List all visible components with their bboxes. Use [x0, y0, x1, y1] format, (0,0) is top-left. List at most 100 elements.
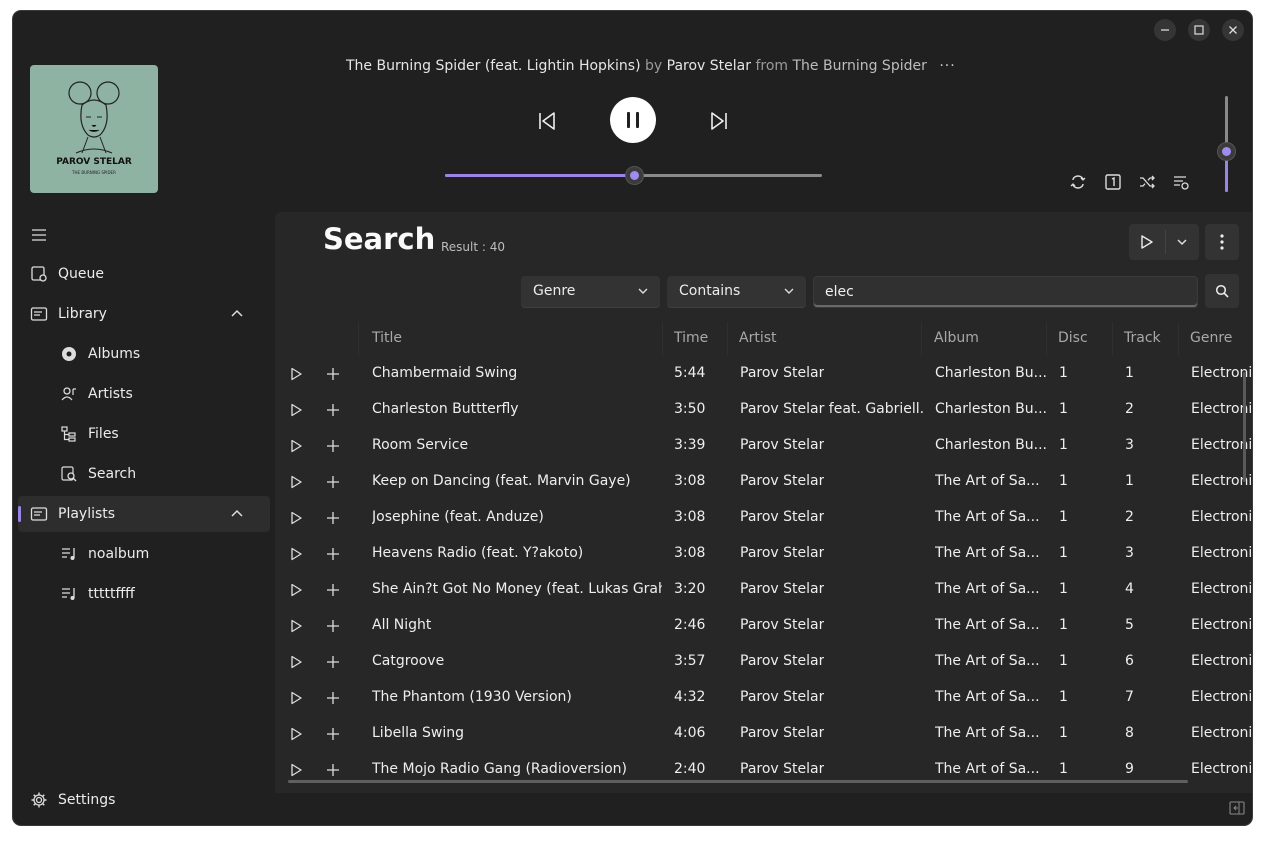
- cell-album: Charleston Bu...: [935, 437, 1047, 453]
- vertical-scrollbar[interactable]: [1243, 372, 1246, 482]
- play-all-button[interactable]: [1129, 224, 1199, 260]
- column-header-album[interactable]: Album: [934, 330, 979, 346]
- sidebar-item-files[interactable]: Files: [18, 416, 270, 452]
- search-button[interactable]: [1205, 274, 1239, 308]
- chevron-up-icon[interactable]: [230, 307, 244, 321]
- volume-slider[interactable]: [1218, 96, 1235, 192]
- table-row[interactable]: Heavens Radio (feat. Y?akoto) 3:08 Parov S…: [275, 536, 1252, 572]
- cell-time: 3:08: [674, 545, 706, 561]
- cell-title: She Ain?t Got No Money (feat. Lukas Grah…: [372, 581, 662, 597]
- cell-track: 6: [1125, 653, 1134, 669]
- sidebar-item-playlist-noalbum[interactable]: noalbum: [18, 536, 270, 572]
- sidebar-item-library[interactable]: Library: [18, 296, 270, 332]
- search-page: Search Result : 40 Genre Contains elec T…: [275, 212, 1252, 793]
- seek-handle[interactable]: [625, 167, 643, 184]
- sidebar-item-playlist-tttttffff[interactable]: tttttffff: [18, 576, 270, 612]
- column-header-time[interactable]: Time: [674, 330, 708, 346]
- table-row[interactable]: The Phantom (1930 Version) 4:32 Parov Stel…: [275, 680, 1252, 716]
- add-icon[interactable]: [326, 655, 340, 669]
- sidebar-item-label: Search: [88, 466, 137, 482]
- track-title[interactable]: The Burning Spider (feat. Lightin Hopkin…: [346, 58, 641, 74]
- chevron-down-icon[interactable]: [1176, 237, 1188, 247]
- search-input-box[interactable]: [813, 276, 1198, 308]
- sidebar-item-albums[interactable]: Albums: [18, 336, 270, 372]
- sidebar-item-search[interactable]: Search: [18, 456, 270, 492]
- sidebar-item-queue[interactable]: Queue: [18, 256, 270, 292]
- column-header-artist[interactable]: Artist: [739, 330, 777, 346]
- album-cover[interactable]: PAROV STELAR THE BURNING SPIDER: [30, 65, 158, 193]
- hamburger-icon[interactable]: [31, 228, 47, 242]
- add-icon[interactable]: [326, 403, 340, 417]
- column-header-genre[interactable]: Genre: [1190, 330, 1232, 346]
- more-options-icon[interactable]: ···: [939, 58, 955, 74]
- table-row[interactable]: She Ain?t Got No Money (feat. Lukas Grah…: [275, 572, 1252, 608]
- repeat-one-icon[interactable]: [1104, 173, 1122, 191]
- seek-slider[interactable]: [445, 167, 822, 184]
- add-icon[interactable]: [326, 439, 340, 453]
- sidebar-item-settings[interactable]: Settings: [18, 782, 270, 818]
- cell-track: 1: [1125, 365, 1134, 381]
- queue-settings-icon[interactable]: [1172, 173, 1190, 191]
- collapse-panel-icon[interactable]: [1229, 801, 1245, 815]
- play-icon[interactable]: [289, 511, 303, 525]
- table-row[interactable]: Catgroove 3:57 Parov Stelar The Art of Sa..…: [275, 644, 1252, 680]
- add-icon[interactable]: [326, 727, 340, 741]
- sidebar-item-artists[interactable]: Artists: [18, 376, 270, 412]
- play-icon[interactable]: [289, 439, 303, 453]
- play-icon[interactable]: [289, 691, 303, 705]
- add-icon[interactable]: [326, 367, 340, 381]
- pause-button[interactable]: [610, 97, 656, 143]
- add-icon[interactable]: [326, 583, 340, 597]
- maximize-icon[interactable]: [1188, 19, 1210, 41]
- play-icon[interactable]: [289, 547, 303, 561]
- table-row[interactable]: All Night 2:46 Parov Stelar The Art of Sa..…: [275, 608, 1252, 644]
- table-row[interactable]: Keep on Dancing (feat. Marvin Gaye) 3:08 P…: [275, 464, 1252, 500]
- shuffle-icon[interactable]: [1138, 173, 1156, 191]
- more-menu-button[interactable]: [1205, 224, 1239, 260]
- skip-next-icon[interactable]: [707, 109, 731, 133]
- cell-genre: Electronic: [1191, 761, 1252, 777]
- column-header-title[interactable]: Title: [372, 330, 402, 346]
- sidebar-item-playlists[interactable]: Playlists: [18, 496, 270, 532]
- volume-handle[interactable]: [1218, 142, 1235, 160]
- column-header-track[interactable]: Track: [1124, 330, 1161, 346]
- minimize-icon[interactable]: [1154, 19, 1176, 41]
- play-icon[interactable]: [289, 475, 303, 489]
- table-row[interactable]: Room Service 3:39 Parov Stelar Charleston B…: [275, 428, 1252, 464]
- chevron-down-icon: [784, 288, 794, 294]
- add-icon[interactable]: [326, 619, 340, 633]
- repeat-icon[interactable]: [1069, 173, 1087, 191]
- track-artist[interactable]: Parov Stelar: [667, 58, 751, 74]
- field-dropdown[interactable]: Genre: [521, 276, 660, 308]
- by-label: by: [645, 58, 663, 74]
- play-icon[interactable]: [289, 583, 303, 597]
- table-header: Title Time Artist Album Disc Track Genre: [275, 322, 1252, 356]
- play-icon[interactable]: [289, 367, 303, 381]
- table-row[interactable]: Chambermaid Swing 5:44 Parov Stelar Charles…: [275, 356, 1252, 392]
- skip-previous-icon[interactable]: [535, 109, 559, 133]
- play-icon[interactable]: [289, 727, 303, 741]
- add-icon[interactable]: [326, 547, 340, 561]
- table-row[interactable]: Josephine (feat. Anduze) 3:08 Parov Stelar…: [275, 500, 1252, 536]
- add-icon[interactable]: [326, 511, 340, 525]
- play-icon[interactable]: [289, 763, 303, 777]
- play-icon[interactable]: [289, 403, 303, 417]
- add-icon[interactable]: [326, 475, 340, 489]
- search-input[interactable]: [823, 283, 1187, 301]
- match-dropdown[interactable]: Contains: [667, 276, 806, 308]
- cell-track: 5: [1125, 617, 1134, 633]
- add-icon[interactable]: [326, 763, 340, 777]
- play-icon[interactable]: [289, 619, 303, 633]
- play-icon[interactable]: [289, 655, 303, 669]
- table-row[interactable]: Libella Swing 4:06 Parov Stelar The Art of …: [275, 716, 1252, 752]
- close-icon[interactable]: [1222, 19, 1244, 41]
- table-row[interactable]: The Mojo Radio Gang (Radioversion) 2:40 Pa…: [275, 752, 1252, 781]
- album-icon: [62, 347, 76, 361]
- chevron-up-icon[interactable]: [230, 507, 244, 521]
- add-icon[interactable]: [326, 691, 340, 705]
- artist-icon: [61, 387, 76, 401]
- table-row[interactable]: Charleston Buttterfly 3:50 Parov Stelar fe…: [275, 392, 1252, 428]
- track-album[interactable]: The Burning Spider: [792, 58, 926, 74]
- horizontal-scrollbar[interactable]: [288, 780, 1188, 783]
- column-header-disc[interactable]: Disc: [1058, 330, 1088, 346]
